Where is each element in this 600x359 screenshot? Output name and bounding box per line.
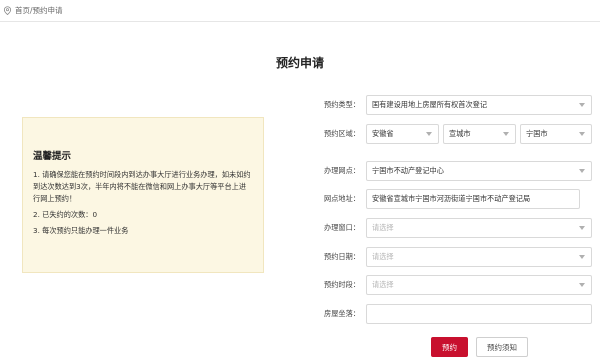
period-select[interactable]: 请选择 xyxy=(366,275,592,295)
region-label: 预约区域： xyxy=(324,129,360,138)
type-select-value: 国有建设用地上房屋所有权首次登记 xyxy=(372,100,488,109)
breadcrumb-current: 预约申请 xyxy=(32,6,63,15)
submit-button[interactable]: 预约 xyxy=(431,337,468,357)
chevron-down-icon xyxy=(426,132,432,136)
type-label: 预约类型： xyxy=(324,100,360,109)
location-pin-icon xyxy=(3,6,12,15)
breadcrumb-home-link[interactable]: 首页 xyxy=(15,5,30,16)
notice-item: 1. 请确保您能在预约时间段内到达办事大厅进行业务办理，如未如约到达次数达到3次… xyxy=(33,170,251,203)
office-select[interactable]: 宁国市不动产登记中心 xyxy=(366,161,592,181)
chevron-down-icon xyxy=(579,226,585,230)
date-select-placeholder: 请选择 xyxy=(372,252,394,261)
province-select-value: 安徽省 xyxy=(372,129,394,138)
notice-panel: 温馨提示 1. 请确保您能在预约时间段内到达办事大厅进行业务办理，如未如约到达次… xyxy=(22,117,264,273)
location-label: 房屋坐落： xyxy=(324,309,360,318)
county-select[interactable]: 宁国市 xyxy=(520,124,592,144)
chevron-down-icon xyxy=(579,255,585,259)
date-label: 预约日期： xyxy=(324,252,360,261)
window-select[interactable]: 请选择 xyxy=(366,218,592,238)
chevron-down-icon xyxy=(579,132,585,136)
period-select-placeholder: 请选择 xyxy=(372,280,394,289)
chevron-down-icon xyxy=(579,283,585,287)
chevron-down-icon xyxy=(579,169,585,173)
city-select-value: 宣城市 xyxy=(449,129,471,138)
office-select-value: 宁国市不动产登记中心 xyxy=(372,166,444,175)
type-select[interactable]: 国有建设用地上房屋所有权首次登记 xyxy=(366,95,592,115)
window-label: 办理窗口： xyxy=(324,223,360,232)
county-select-value: 宁国市 xyxy=(526,129,548,138)
house-location-field[interactable] xyxy=(366,304,592,324)
address-label: 网点地址： xyxy=(324,194,360,203)
chevron-down-icon xyxy=(503,132,509,136)
province-select[interactable]: 安徽省 xyxy=(366,124,439,144)
window-select-placeholder: 请选择 xyxy=(372,223,394,232)
notice-title: 温馨提示 xyxy=(33,151,72,162)
office-label: 办理网点： xyxy=(324,166,360,175)
address-field[interactable] xyxy=(366,189,580,209)
breadcrumb: 首页 / 预约申请 xyxy=(0,0,600,22)
notice-item: 2. 已失约的次数：0 xyxy=(33,210,98,219)
date-select[interactable]: 请选择 xyxy=(366,247,592,267)
period-label: 预约时段： xyxy=(324,280,360,289)
booking-notice-button[interactable]: 预约须知 xyxy=(476,337,528,357)
city-select[interactable]: 宣城市 xyxy=(443,124,516,144)
page-title: 预约申请 xyxy=(275,56,324,70)
chevron-down-icon xyxy=(579,103,585,107)
notice-item: 3. 每次预约只能办理一件业务 xyxy=(33,226,129,235)
